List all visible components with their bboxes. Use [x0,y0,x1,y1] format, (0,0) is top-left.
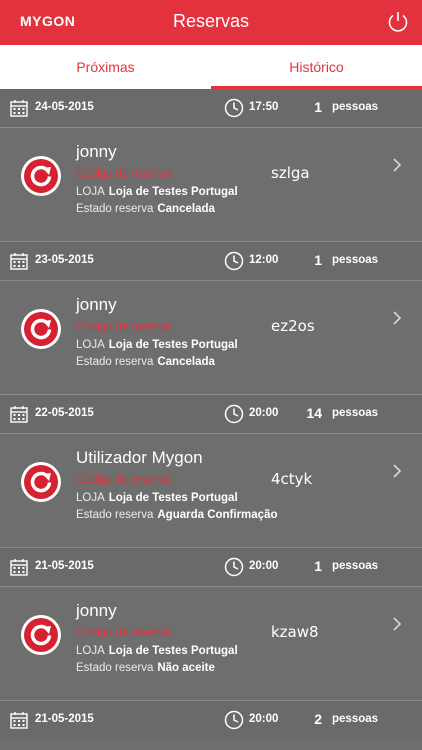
people-label: pessoas [332,560,379,572]
store-logo-icon [21,309,61,349]
power-icon[interactable] [386,10,410,34]
reservation-time: 20:00 [249,560,279,572]
reservation-card[interactable]: Utilizador Mygon Código de reserva: 4cty… [0,434,422,547]
people-count: 1 [314,558,322,574]
calendar-icon [10,712,28,729]
chevron-right-icon[interactable] [391,464,403,478]
reservation-date: 21-05-2015 [35,560,94,572]
reservation-date: 24-05-2015 [35,101,94,113]
page-title: Reservas [172,11,250,31]
reservation-header: 21-05-2015 20:00 2 pessoas [0,701,422,739]
clock-icon [224,251,244,271]
people-label: pessoas [332,713,379,725]
status-label: Estado reserva [76,509,154,521]
store-name: Loja de Testes Portugal [108,645,238,657]
clock-icon [224,404,244,424]
reservation-time: 17:50 [249,101,279,113]
reservation-header: 24-05-2015 17:50 1 pessoas [0,89,422,128]
code-label: Código de reserva: [76,321,174,333]
store-row: LOJA Loja de Testes Portugal [76,645,238,657]
chevron-right-icon[interactable] [391,617,403,631]
people-label: pessoas [332,254,379,266]
reservation-code: szlga [271,164,310,182]
status-value: Cancelada [157,203,215,215]
status-row: Estado reserva Cancelada [76,203,215,215]
people-count: 1 [314,252,322,268]
status-value: Aguarda Confirmação [157,509,278,521]
tab-history[interactable]: Histórico [211,45,422,89]
store-name: Loja de Testes Portugal [108,492,238,504]
user-name: jonny [76,295,117,314]
status-row: Estado reserva Aguarda Confirmação [76,509,278,521]
calendar-icon [10,559,28,576]
status-label: Estado reserva [76,356,154,368]
store-name: Loja de Testes Portugal [108,339,238,351]
chevron-right-icon[interactable] [391,158,403,172]
code-label: Código de reserva: [76,168,174,180]
store-logo-icon [21,462,61,502]
tab-upcoming[interactable]: Próximas [0,45,211,89]
reservation-item: 24-05-2015 17:50 1 pessoas jonny Código … [0,89,422,242]
reservation-list: 24-05-2015 17:50 1 pessoas jonny Código … [0,89,422,739]
store-logo-icon [21,615,61,655]
people-label: pessoas [332,101,379,113]
store-label: LOJA [76,339,105,351]
calendar-icon [10,406,28,423]
user-name: jonny [76,142,117,161]
reservation-item: 21-05-2015 20:00 1 pessoas jonny Código … [0,548,422,701]
store-label: LOJA [76,186,105,198]
status-label: Estado reserva [76,662,154,674]
clock-icon [224,710,244,730]
reservation-code: kzaw8 [271,623,319,641]
store-row: LOJA Loja de Testes Portugal [76,339,238,351]
reservation-date: 22-05-2015 [35,407,94,419]
status-row: Estado reserva Cancelada [76,356,215,368]
reservation-header: 23-05-2015 12:00 1 pessoas [0,242,422,281]
reservation-card[interactable]: jonny Código de reserva: ez2os LOJA Loja … [0,281,422,394]
reservation-item: 23-05-2015 12:00 1 pessoas jonny Código … [0,242,422,395]
app-header: MYGON Reservas [0,0,422,45]
people-label: pessoas [332,407,379,419]
reservation-header: 21-05-2015 20:00 1 pessoas [0,548,422,587]
calendar-icon [10,253,28,270]
people-count: 14 [306,405,322,421]
status-value: Cancelada [157,356,215,368]
calendar-icon [10,100,28,117]
chevron-right-icon[interactable] [391,311,403,325]
reservation-code: 4ctyk [271,470,313,488]
reservation-date: 21-05-2015 [35,713,94,725]
reservation-time: 12:00 [249,254,279,266]
clock-icon [224,557,244,577]
store-name: Loja de Testes Portugal [108,186,238,198]
reservation-header: 22-05-2015 20:00 14 pessoas [0,395,422,434]
status-row: Estado reserva Não aceite [76,662,215,674]
status-value: Não aceite [157,662,215,674]
code-label: Código de reserva: [76,474,174,486]
people-count: 2 [314,711,322,727]
reservation-date: 23-05-2015 [35,254,94,266]
tab-bar: Próximas Histórico [0,45,422,89]
store-label: LOJA [76,492,105,504]
user-name: Utilizador Mygon [76,448,203,467]
store-row: LOJA Loja de Testes Portugal [76,186,238,198]
code-label: Código de reserva: [76,627,174,639]
store-logo-icon [21,156,61,196]
reservation-card[interactable]: jonny Código de reserva: kzaw8 LOJA Loja … [0,587,422,700]
people-count: 1 [314,99,322,115]
reservation-item: 22-05-2015 20:00 14 pessoas Utilizador M… [0,395,422,548]
store-label: LOJA [76,645,105,657]
user-name: jonny [76,601,117,620]
status-label: Estado reserva [76,203,154,215]
reservation-time: 20:00 [249,713,279,725]
store-row: LOJA Loja de Testes Portugal [76,492,238,504]
reservation-time: 20:00 [249,407,279,419]
clock-icon [224,98,244,118]
reservation-code: ez2os [271,317,315,335]
reservation-card[interactable]: jonny Código de reserva: szlga LOJA Loja … [0,128,422,241]
